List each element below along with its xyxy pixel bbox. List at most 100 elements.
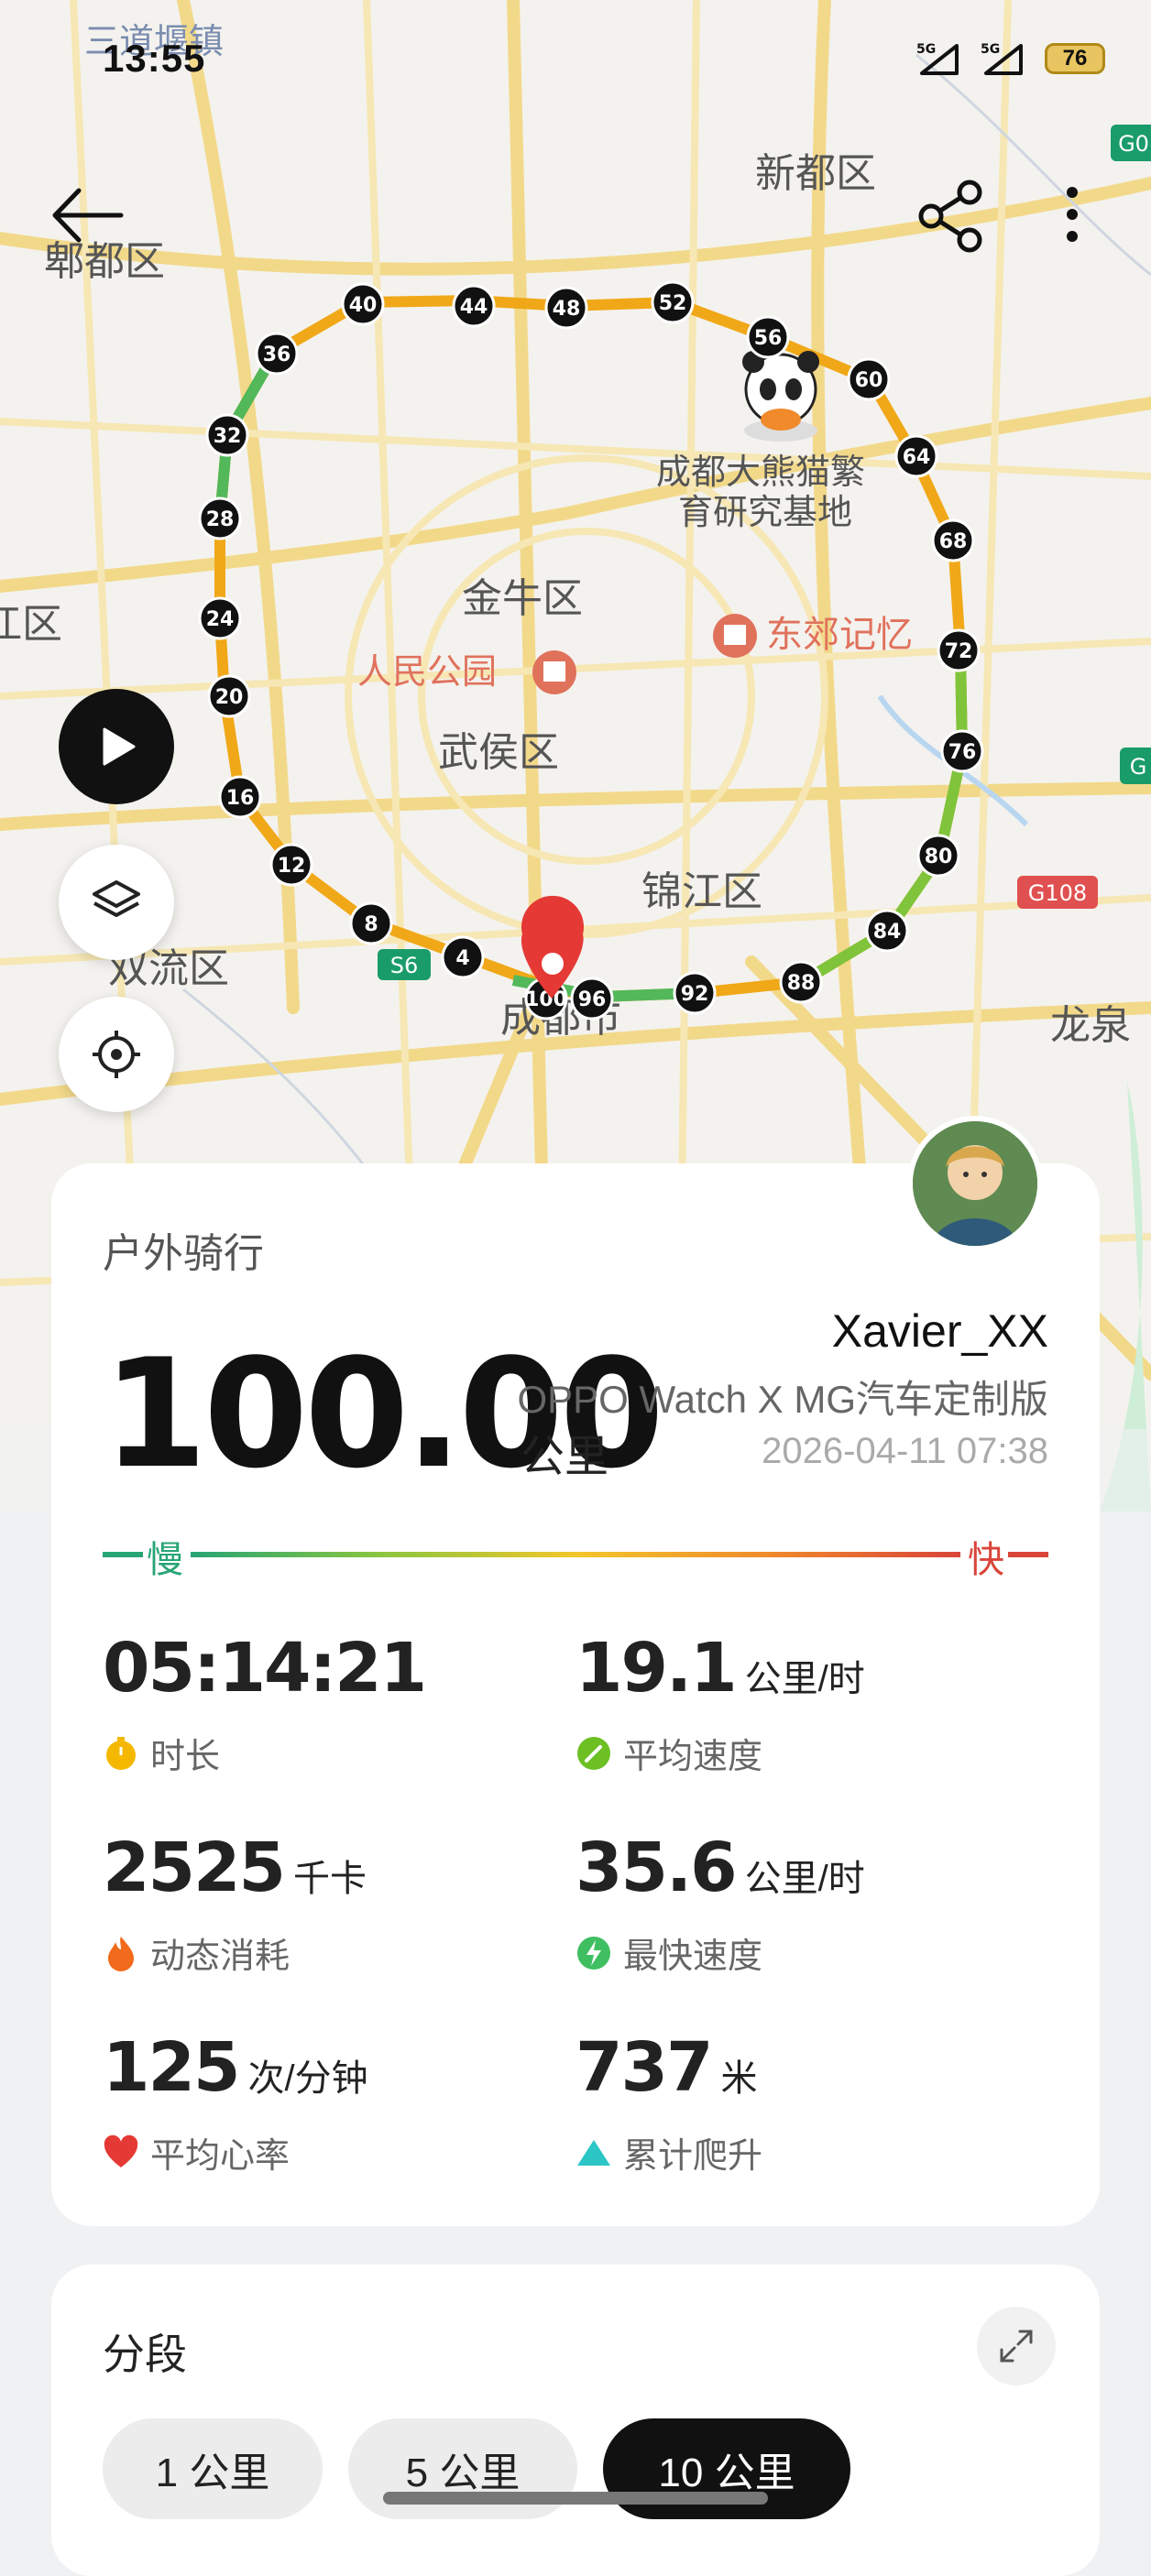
signal-icon: 5G <box>916 40 964 77</box>
poi-icon <box>713 614 757 658</box>
share-button[interactable] <box>916 180 990 253</box>
activity-datetime: 2026-04-11 07:38 <box>762 1431 1048 1471</box>
svg-text:100: 100 <box>525 988 567 1011</box>
stat-value: 737 <box>576 2028 713 2107</box>
stat-duration: 05:14:21 时长 <box>103 1629 579 1778</box>
svg-text:40: 40 <box>349 294 378 317</box>
svg-text:16: 16 <box>226 787 255 810</box>
svg-text:60: 60 <box>855 369 883 392</box>
km-marker: 4 <box>441 935 485 979</box>
stat-avg-speed: 19.1 公里/时 平均速度 <box>576 1629 1052 1778</box>
map-label: 江区 <box>0 601 62 648</box>
svg-text:S6: S6 <box>390 953 419 978</box>
map-label: 东郊记忆 <box>766 614 913 656</box>
svg-text:76: 76 <box>948 741 977 764</box>
stat-unit: 公里/时 <box>744 1859 865 1899</box>
stat-calories: 2525 千卡 动态消耗 <box>103 1828 579 1978</box>
stat-label: 时长 <box>150 1738 221 1776</box>
poi-icon <box>532 650 576 694</box>
km-marker: 96 <box>570 977 614 1021</box>
stat-unit: 次/分钟 <box>247 2058 368 2099</box>
km-marker: 76 <box>940 729 984 773</box>
map-label: 人民公园 <box>357 651 497 692</box>
km-marker: 20 <box>207 674 251 718</box>
svg-text:56: 56 <box>754 327 783 350</box>
km-marker: 16 <box>218 775 262 819</box>
flame-icon <box>108 1936 134 1971</box>
svg-text:88: 88 <box>787 972 816 995</box>
svg-text:G108: G108 <box>1028 880 1087 906</box>
svg-text:80: 80 <box>925 846 953 868</box>
road-badge-g0: G0 <box>1111 125 1151 161</box>
locate-button[interactable] <box>59 997 174 1112</box>
map-label: 锦江区 <box>641 868 762 915</box>
km-marker: 32 <box>205 413 249 457</box>
stat-climb: 737 米 累计爬升 <box>576 2028 1052 2178</box>
map-label: 金牛区 <box>462 575 583 622</box>
stat-unit: 公里/时 <box>744 1659 865 1699</box>
stat-value: 2525 <box>103 1828 286 1907</box>
km-marker: 8 <box>349 901 393 945</box>
svg-text:12: 12 <box>278 855 306 878</box>
map-label: 龙泉 <box>1050 1002 1131 1049</box>
stat-value: 19.1 <box>576 1629 738 1708</box>
map-layers-button[interactable] <box>59 845 174 960</box>
svg-text:96: 96 <box>578 988 607 1011</box>
svg-text:44: 44 <box>460 296 488 319</box>
signal-icon: 5G <box>981 40 1028 77</box>
triangle-up-icon <box>577 2139 610 2166</box>
km-marker: 56 <box>746 315 790 359</box>
play-route-button[interactable] <box>59 689 174 804</box>
svg-text:28: 28 <box>206 508 235 531</box>
speedometer-icon <box>577 1736 610 1770</box>
road-badge-g: G <box>1120 748 1151 784</box>
arrow-left-icon <box>52 188 124 243</box>
expand-icon <box>1000 2330 1033 2363</box>
panda-icon <box>742 351 819 442</box>
stat-unit: 米 <box>720 2058 758 2099</box>
device-name: OPPO Watch X MG汽车定制版 <box>517 1378 1048 1421</box>
segment-tab-1km[interactable]: 1 公里 <box>103 2418 323 2519</box>
svg-text:5G: 5G <box>916 42 936 57</box>
distance-unit: 公里 <box>521 1433 609 1481</box>
km-marker: 68 <box>931 518 975 562</box>
map-label: 成都大熊猫繁 <box>656 452 865 492</box>
svg-text:72: 72 <box>945 640 973 663</box>
svg-text:92: 92 <box>681 983 709 1006</box>
km-marker: 92 <box>673 971 717 1015</box>
avatar-image <box>913 1121 1037 1246</box>
more-button[interactable] <box>1054 180 1091 253</box>
km-marker: 48 <box>544 286 588 330</box>
speed-slow-label: 慢 <box>147 1540 183 1580</box>
stat-label: 最快速度 <box>623 1937 763 1976</box>
stat-label: 平均速度 <box>623 1738 763 1776</box>
km-marker: 84 <box>865 909 909 953</box>
layers-icon <box>93 880 140 917</box>
km-marker: 80 <box>916 834 960 878</box>
km-marker: 44 <box>452 284 496 328</box>
km-marker: 60 <box>847 357 891 401</box>
play-icon <box>103 727 136 766</box>
stat-value: 125 <box>103 2028 240 2107</box>
map-label: 武侯区 <box>438 729 559 776</box>
activity-type: 户外骑行 <box>103 1231 264 1276</box>
status-time: 13:55 <box>103 37 206 80</box>
km-marker: 28 <box>198 497 242 540</box>
km-marker: 40 <box>341 282 385 326</box>
home-indicator[interactable] <box>383 2492 768 2505</box>
road-badge-s6: S6 <box>378 949 431 980</box>
more-vertical-icon <box>1067 187 1078 242</box>
avatar[interactable] <box>907 1116 1043 1251</box>
map-label: 新都区 <box>755 150 876 197</box>
back-button[interactable] <box>48 183 130 247</box>
speed-gradient-bar <box>103 1552 1048 1557</box>
svg-text:64: 64 <box>903 446 931 469</box>
stat-label: 平均心率 <box>150 2137 290 2176</box>
km-marker: 72 <box>937 628 981 672</box>
expand-button[interactable] <box>977 2307 1056 2385</box>
km-marker: 64 <box>894 434 938 478</box>
km-marker: 88 <box>779 960 823 1004</box>
km-marker: 36 <box>255 332 299 376</box>
stat-heart-rate: 125 次/分钟 平均心率 <box>103 2028 579 2178</box>
lightning-icon <box>577 1936 610 1970</box>
